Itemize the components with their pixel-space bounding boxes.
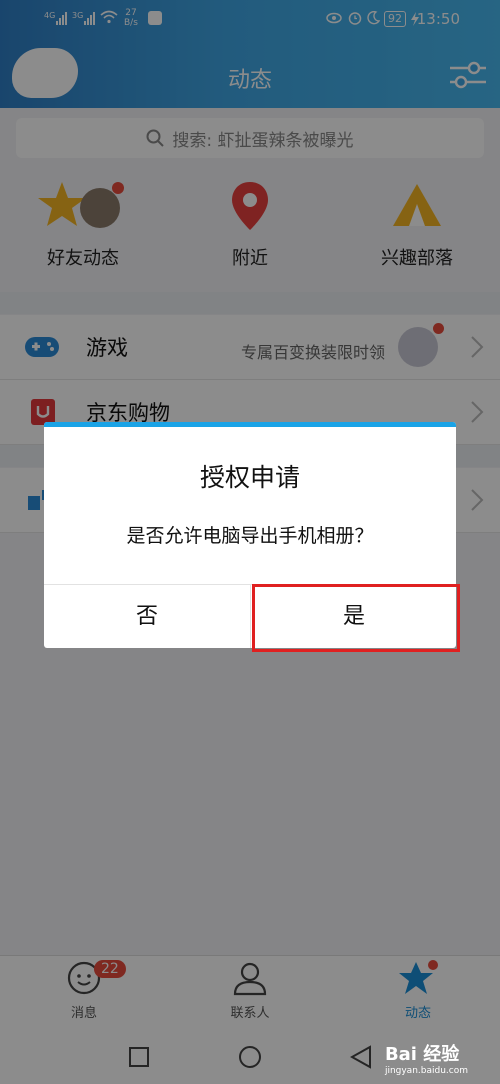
highlight-box [252, 584, 460, 652]
watermark-url: jingyan.baidu.com [384, 1066, 468, 1076]
dialog-message: 是否允许电脑导出手机相册？ [126, 525, 374, 547]
dialog-title: 授权申请 [199, 463, 300, 492]
watermark-brand: Bai 经验 [384, 1044, 460, 1065]
dialog-accent-bar [44, 422, 456, 427]
watermark: Bai 经验 jingyan.baidu.com [385, 1040, 468, 1076]
deny-button[interactable]: 否 [44, 585, 250, 648]
